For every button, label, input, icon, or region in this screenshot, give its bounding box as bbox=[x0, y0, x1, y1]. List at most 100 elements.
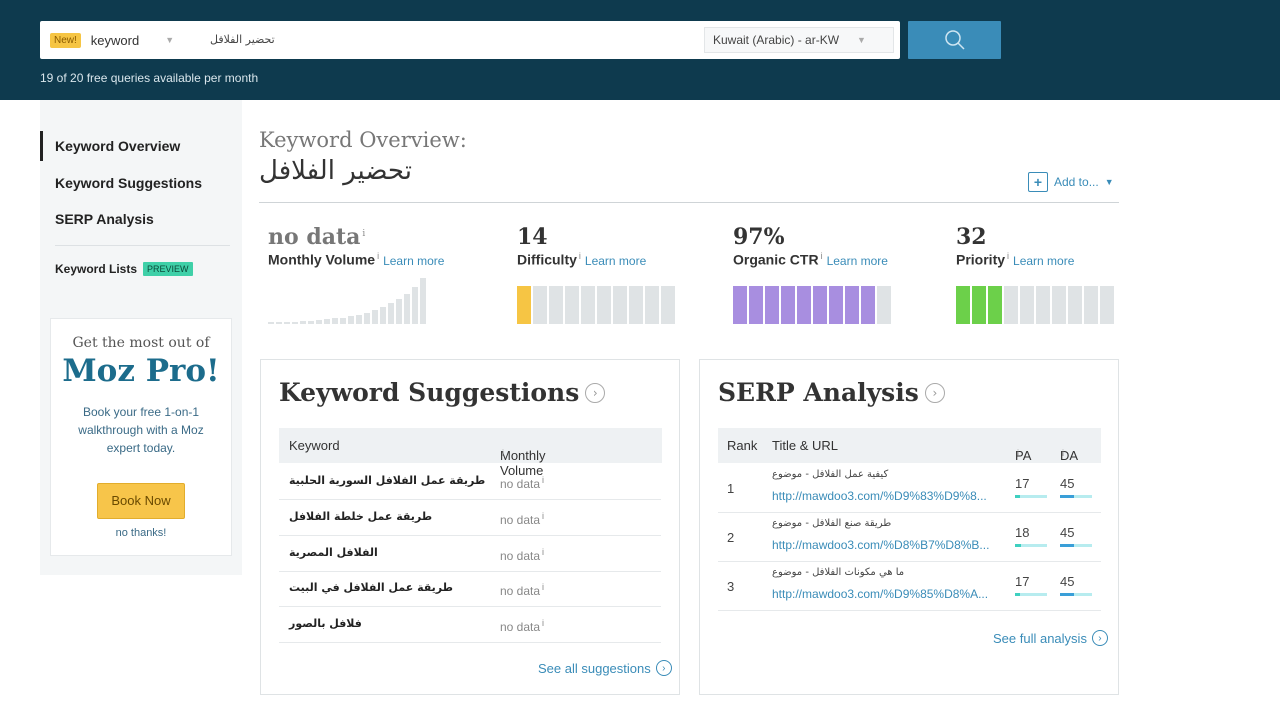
volume-bar bbox=[420, 278, 426, 324]
metric-bar-segment bbox=[1004, 286, 1018, 324]
metric-bar-segment bbox=[581, 286, 595, 324]
serp-rank: 2 bbox=[727, 530, 735, 545]
volume-bars bbox=[268, 278, 428, 324]
info-icon[interactable]: i bbox=[542, 582, 544, 592]
metric-bar-segment bbox=[845, 286, 859, 324]
serp-rank: 3 bbox=[727, 579, 735, 594]
pa-bar bbox=[1015, 593, 1047, 596]
table-row[interactable]: طريقة عمل الفلافل السورية الحلبية no dat… bbox=[279, 464, 661, 500]
serp-url-link[interactable]: http://mawdoo3.com/%D8%B7%D8%B... bbox=[772, 538, 1004, 552]
metric-bar-segment bbox=[597, 286, 611, 324]
metric-bar-segment bbox=[813, 286, 827, 324]
serp-analysis-title: SERP Analysis bbox=[718, 378, 919, 407]
table-row[interactable]: فلافل بالصور no data i bbox=[279, 607, 661, 643]
suggestion-keyword: فلافل بالصور bbox=[289, 617, 362, 630]
metric-bar-segment bbox=[861, 286, 875, 324]
see-all-label: See all suggestions bbox=[538, 660, 651, 676]
metric-priority: 32 Priority i Learn more bbox=[956, 224, 1074, 268]
info-icon[interactable]: i bbox=[542, 511, 544, 521]
no-thanks-link[interactable]: no thanks! bbox=[51, 527, 231, 539]
serp-url-link[interactable]: http://mawdoo3.com/%D9%85%D8%A... bbox=[772, 587, 1004, 601]
chevron-right-icon[interactable]: › bbox=[585, 382, 606, 403]
table-row: 3 ما هي مكونات الفلافل - موضوع http://ma… bbox=[718, 562, 1101, 611]
serp-pa: 17 bbox=[1015, 574, 1030, 589]
search-button[interactable] bbox=[908, 21, 1001, 59]
metric-bar-segment bbox=[1084, 286, 1098, 324]
metric-bar-segment bbox=[829, 286, 843, 324]
volume-bar bbox=[300, 321, 306, 324]
learn-more-link[interactable]: Learn more bbox=[585, 254, 646, 268]
see-all-suggestions-link[interactable]: See all suggestions › bbox=[538, 660, 672, 676]
pa-bar bbox=[1015, 495, 1047, 498]
metric-difficulty-value: 14 bbox=[517, 224, 548, 250]
info-icon[interactable]: i bbox=[1007, 251, 1009, 261]
metric-bar-segment bbox=[797, 286, 811, 324]
metric-bar-segment bbox=[1036, 286, 1050, 324]
pa-bar-fill bbox=[1015, 544, 1021, 547]
info-icon[interactable]: i bbox=[542, 547, 544, 557]
serp-da: 45 bbox=[1060, 574, 1075, 589]
chevron-right-icon: › bbox=[655, 660, 672, 676]
table-row: 1 كيفية عمل الفلافل - موضوع http://mawdo… bbox=[718, 464, 1101, 513]
info-icon[interactable]: i bbox=[542, 475, 544, 485]
chevron-down-icon: ▼ bbox=[1104, 177, 1114, 187]
metric-bar-segment bbox=[661, 286, 675, 324]
see-full-analysis-link[interactable]: See full analysis › bbox=[993, 630, 1108, 646]
volume-bar bbox=[276, 322, 282, 324]
serp-analysis-card: SERP Analysis › Rank Title & URL PA i DA i… bbox=[699, 359, 1119, 695]
serp-table-header: Rank Title & URL PA i DA i bbox=[718, 428, 1101, 463]
queries-remaining-note: 19 of 20 free queries available per mont… bbox=[40, 71, 259, 85]
metric-volume-value: no data i bbox=[268, 224, 366, 250]
col-rank: Rank bbox=[727, 438, 758, 453]
metric-bar-segment bbox=[956, 286, 970, 324]
sidebar: Keyword Overview Keyword Suggestions SER… bbox=[40, 100, 242, 575]
learn-more-link[interactable]: Learn more bbox=[1013, 254, 1074, 268]
suggestion-volume: no data i bbox=[500, 511, 545, 527]
learn-more-link[interactable]: Learn more bbox=[383, 254, 444, 268]
info-icon[interactable]: i bbox=[542, 618, 544, 628]
volume-bar bbox=[284, 322, 290, 324]
sidebar-item-keyword-suggestions[interactable]: Keyword Suggestions bbox=[40, 168, 230, 198]
metric-bar-segment bbox=[733, 286, 747, 324]
add-to-button[interactable]: + Add to... ▼ bbox=[1028, 172, 1114, 192]
info-icon[interactable]: i bbox=[1062, 448, 1064, 458]
locale-select[interactable]: Kuwait (Arabic) - ar-KW ▼ bbox=[704, 27, 894, 53]
plus-icon: + bbox=[1028, 172, 1048, 192]
chevron-down-icon: ▼ bbox=[857, 35, 866, 45]
search-input[interactable]: تحضير الفلافل bbox=[210, 27, 690, 53]
volume-bar bbox=[332, 318, 338, 324]
table-row[interactable]: الفلافل المصرية no data i bbox=[279, 536, 661, 572]
suggestion-volume: no data i bbox=[500, 618, 545, 634]
sidebar-item-serp-analysis[interactable]: SERP Analysis bbox=[40, 204, 230, 234]
query-type-select[interactable]: New! keyword ▼ bbox=[46, 27, 196, 53]
metric-ctr-label: Organic CTR i Learn more bbox=[733, 251, 888, 268]
metric-bar-segment bbox=[517, 286, 531, 324]
info-icon[interactable]: i bbox=[502, 448, 504, 458]
chevron-right-icon[interactable]: › bbox=[924, 382, 945, 403]
info-icon[interactable]: i bbox=[1017, 448, 1019, 458]
table-row[interactable]: طريقة عمل الفلافل في البيت no data i bbox=[279, 571, 661, 607]
metric-bar-segment bbox=[972, 286, 986, 324]
metric-bar-segment bbox=[1052, 286, 1066, 324]
volume-bar bbox=[324, 319, 330, 324]
suggestion-keyword: طريقة عمل الفلافل السورية الحلبية bbox=[289, 474, 486, 487]
da-bar-fill bbox=[1060, 495, 1075, 498]
metric-bar-segment bbox=[1068, 286, 1082, 324]
metric-bar-segment bbox=[749, 286, 763, 324]
metric-bar-segment bbox=[629, 286, 643, 324]
info-icon[interactable]: i bbox=[821, 251, 823, 261]
metric-bar-segment bbox=[549, 286, 563, 324]
learn-more-link[interactable]: Learn more bbox=[827, 254, 888, 268]
info-icon[interactable]: i bbox=[579, 251, 581, 261]
serp-url-link[interactable]: http://mawdoo3.com/%D9%83%D9%8... bbox=[772, 489, 1004, 503]
da-bar bbox=[1060, 495, 1092, 498]
sidebar-item-keyword-overview[interactable]: Keyword Overview bbox=[40, 131, 230, 161]
da-bar bbox=[1060, 544, 1092, 547]
keyword-query: تحضير الفلافل bbox=[259, 156, 412, 186]
sidebar-item-keyword-lists[interactable]: Keyword Lists PREVIEW bbox=[55, 262, 193, 276]
info-icon[interactable]: i bbox=[377, 251, 379, 261]
table-row[interactable]: طريقة عمل خلطة الفلافل no data i bbox=[279, 500, 661, 536]
keyword-suggestions-card: Keyword Suggestions › Keyword Monthly Vo… bbox=[260, 359, 680, 695]
info-icon[interactable]: i bbox=[362, 229, 365, 239]
book-now-button[interactable]: Book Now bbox=[97, 483, 185, 519]
